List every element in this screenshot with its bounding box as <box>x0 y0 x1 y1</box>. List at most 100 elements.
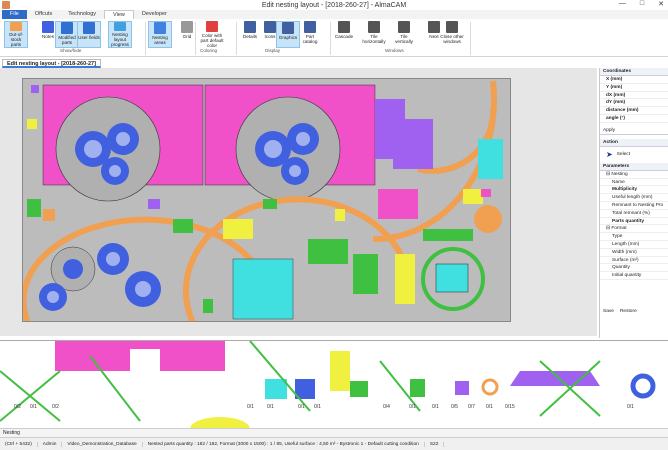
part-quantity-label: 0/1 <box>247 404 254 410</box>
nesting-bottom-tab[interactable]: Nesting <box>0 428 668 437</box>
ribbon-button-tile-horizontally[interactable]: Tile horizontally <box>362 21 386 48</box>
param-row[interactable]: Total remnant (%) <box>600 210 668 218</box>
param-row[interactable]: dY (mm) <box>600 99 668 108</box>
ribbon-button-graphics[interactable]: Graphics <box>276 21 300 48</box>
ribbon-icon <box>304 21 316 33</box>
tab-offcuts[interactable]: Offcuts <box>27 10 60 19</box>
part-quantity-label: 0/2 <box>52 404 59 410</box>
ribbon-button-label: Out-of-stock parts <box>8 32 24 47</box>
param-row[interactable]: Length (mm) <box>600 241 668 249</box>
status-bar: (Ctrl + 5432) Admin Video_Demonstration_Da… <box>0 437 668 450</box>
ribbon-group-label: Windows <box>385 48 404 53</box>
format-group[interactable]: ⊟ Format <box>600 225 668 234</box>
ribbon-button-close-other-windows[interactable]: Close other windows <box>440 21 464 48</box>
ribbon-button-out-of-stock-parts[interactable]: Out-of-stock parts <box>4 21 28 48</box>
ribbon-icon <box>264 21 276 33</box>
ribbon: Out-of-stock parts Notes Modified parts Use… <box>0 19 668 57</box>
ribbon-button-nesting-areas[interactable]: Nesting areas <box>148 21 172 48</box>
part-quantity-label: 0/1 <box>432 404 439 410</box>
tab-developer[interactable]: Developer <box>134 10 175 19</box>
ribbon-icon <box>83 22 95 34</box>
ribbon-button-label: Cascade <box>334 34 354 39</box>
tab-technology[interactable]: Technology <box>60 10 104 19</box>
status-field: Video_Demonstration_Database <box>62 441 143 447</box>
part-quantity-label: 0/1 <box>30 404 37 410</box>
param-row[interactable]: Initial quantity <box>600 272 668 280</box>
ribbon-button-label: Tile horizontally <box>362 34 386 44</box>
ribbon-button-label: Modified parts <box>58 35 76 45</box>
param-row[interactable]: Width (mm) <box>600 249 668 257</box>
ribbon-button-color-with-part-default-color[interactable]: Color with part default color <box>200 21 224 48</box>
ribbon-button-label: Nesting areas <box>152 35 168 45</box>
param-row[interactable]: Surface (m²) <box>600 257 668 265</box>
part-quantity-label: 0/1 <box>298 404 305 410</box>
ribbon-button-label: Color with part default color <box>200 33 224 48</box>
status-field: S22 <box>425 441 445 447</box>
param-row[interactable]: Parts quantity <box>600 218 668 226</box>
param-row[interactable]: Multiplicity <box>600 186 668 195</box>
param-row[interactable]: angle (°) <box>600 115 668 123</box>
ribbon-button-user-fields[interactable]: User fields <box>77 21 101 48</box>
ribbon-button-label: Tile vertically <box>395 34 413 44</box>
param-row[interactable]: Type <box>600 233 668 241</box>
nesting-group[interactable]: ⊟ Nesting <box>600 171 668 179</box>
parts-strip-drawing <box>0 341 656 428</box>
param-row[interactable]: Useful length (mm) <box>600 194 668 202</box>
ribbon-icon <box>428 21 440 33</box>
save-button[interactable]: Save <box>603 309 614 314</box>
ribbon-group-label: Coloring <box>200 48 218 53</box>
part-quantity-label: 0/1 <box>486 404 493 410</box>
ribbon-button-cascade[interactable]: Cascade <box>332 21 356 48</box>
status-field: (Ctrl + 5432) <box>0 441 38 447</box>
ribbon-button-part-catalog[interactable]: Part catalog <box>298 21 322 48</box>
parts-catalog-strip[interactable] <box>0 340 668 428</box>
ribbon-button-label: Details <box>242 34 258 39</box>
param-row[interactable]: dX (mm) <box>600 92 668 100</box>
parameters-header: Parameters <box>600 162 668 171</box>
param-row[interactable]: Name <box>600 179 668 187</box>
window-title: Edit nesting layout - [2018-260-27] - Al… <box>261 1 407 9</box>
ribbon-icon <box>42 21 54 33</box>
ribbon-icon <box>61 22 73 34</box>
ribbon-icon <box>154 22 166 34</box>
ribbon-tabs: File Offcuts Technology View Developer <box>0 10 668 19</box>
ribbon-button-tile-vertically[interactable]: Tile vertically <box>392 21 416 48</box>
document-tab[interactable]: Edit nesting layout - [2018-260-27] <box>2 59 101 68</box>
ribbon-button-nesting-layout-progress[interactable]: Nesting layout progress <box>108 21 132 48</box>
part-quantity-label: 0/1 <box>267 404 274 410</box>
param-row[interactable]: distance (mm) <box>600 107 668 115</box>
nesting-canvas[interactable] <box>22 78 511 322</box>
restore-button[interactable]: Restore <box>620 309 637 314</box>
part-quantity-label: 0/15 <box>505 404 515 410</box>
ribbon-button-label: Grid <box>182 34 192 39</box>
ribbon-icon <box>368 21 380 33</box>
minimize-button[interactable]: — <box>619 0 626 8</box>
param-row[interactable]: Quantity <box>600 264 668 273</box>
maximize-button[interactable]: □ <box>640 0 644 8</box>
ribbon-icon <box>446 21 458 33</box>
coordinates-header: Coordinates <box>600 68 668 76</box>
ribbon-separator <box>195 22 196 55</box>
ribbon-icon <box>10 22 22 31</box>
close-button[interactable]: ✕ <box>658 0 664 8</box>
ribbon-separator <box>236 22 237 55</box>
ribbon-button-label: Close other windows <box>440 34 464 44</box>
param-row[interactable]: Remnant to Nesting Pro <box>600 202 668 210</box>
ribbon-separator <box>330 22 331 55</box>
title-bar: Edit nesting layout - [2018-260-27] - Al… <box>0 0 668 10</box>
cursor-icon: ➤ <box>606 150 613 160</box>
part-quantity-label: 0/7 <box>468 404 475 410</box>
param-row[interactable]: X (mm) <box>600 76 668 84</box>
apply-button[interactable]: Apply <box>600 126 668 135</box>
tab-file[interactable]: File <box>2 10 27 19</box>
app-icon <box>2 1 10 9</box>
tab-view[interactable]: View <box>104 10 134 19</box>
ribbon-group-label: Show/hide <box>60 48 82 53</box>
status-field: Admin <box>38 441 63 447</box>
ribbon-icon <box>181 21 193 33</box>
ribbon-button-modified-parts[interactable]: Modified parts <box>55 21 79 48</box>
action-select[interactable]: ➤ Select <box>600 147 668 163</box>
ribbon-icon <box>282 22 294 34</box>
ribbon-button-label: Part catalog <box>302 34 318 44</box>
param-row[interactable]: Y (mm) <box>600 84 668 92</box>
